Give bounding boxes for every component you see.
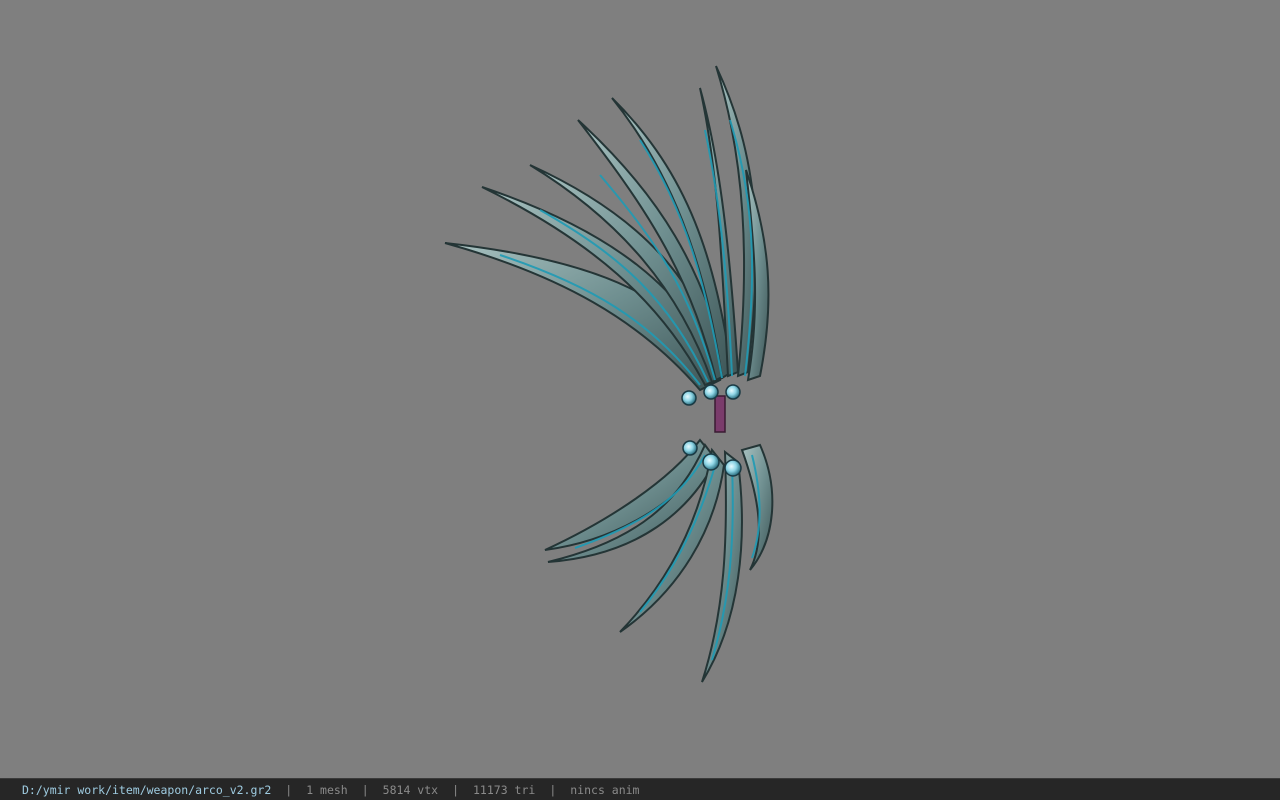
3d-viewport[interactable] [0,0,1280,778]
separator: | [549,782,557,797]
anim-status: nincs anim [570,782,640,797]
separator: | [452,782,459,797]
separator: | [285,782,293,797]
handle [714,395,726,433]
status-bar: D:/ymir work/item/weapon/arco_v2.gr2 | 1… [0,778,1280,800]
mesh-count: 1 mesh [306,782,348,797]
weapon-model-icon [444,65,774,683]
file-path: D:/ymir work/item/weapon/arco_v2.gr2 [22,782,272,797]
separator: | [361,782,369,797]
lower-wing [544,438,774,683]
triangle-count: 11173 tri [473,782,536,797]
vertex-count: 5814 vtx [382,782,439,797]
